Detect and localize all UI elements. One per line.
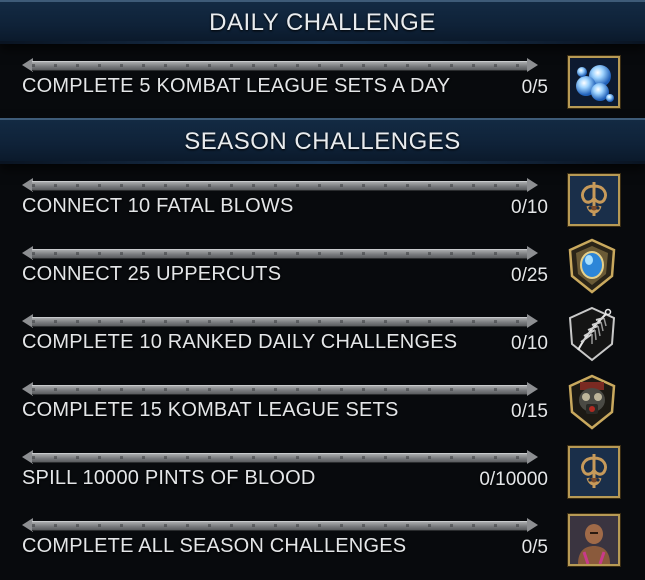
challenge-progress-text: 0/10000 (479, 469, 548, 490)
challenge-label: COMPLETE 15 KOMBAT LEAGUE SETS (22, 399, 399, 421)
challenge-label: SPILL 10000 PINTS OF BLOOD (22, 467, 316, 489)
season-challenge-row[interactable]: CONNECT 25 UPPERCUTS 0/25 (0, 238, 645, 308)
challenge-label: COMPLETE 5 KOMBAT LEAGUE SETS A DAY (22, 75, 451, 97)
challenge-progress-text: 0/5 (521, 537, 548, 558)
koin-orbs-icon[interactable] (568, 56, 620, 108)
emblem-icon[interactable] (568, 446, 620, 498)
season-challenge-row[interactable]: CONNECT 10 FATAL BLOWS 0/10 (0, 172, 645, 240)
challenge-progress-text: 0/15 (511, 401, 548, 422)
daily-challenge-title: DAILY CHALLENGE (209, 9, 436, 36)
season-challenge-row[interactable]: COMPLETE 15 KOMBAT LEAGUE SETS 0/15 (0, 374, 645, 444)
fighter-portrait-icon[interactable] (568, 514, 620, 566)
challenge-progress-bar (22, 518, 538, 532)
daily-challenge-row[interactable]: COMPLETE 5 KOMBAT LEAGUE SETS A DAY 0/5 (0, 52, 645, 120)
challenge-label: CONNECT 25 UPPERCUTS (22, 263, 282, 285)
season-challenges-title: SEASON CHALLENGES (184, 128, 461, 155)
season-challenge-row[interactable]: COMPLETE 10 RANKED DAILY CHALLENGES 0/10 (0, 306, 645, 376)
challenge-progress-bar (22, 246, 538, 260)
challenge-progress-text: 0/10 (511, 197, 548, 218)
challenge-progress-bar (22, 178, 538, 192)
daily-challenge-header: DAILY CHALLENGE (0, 0, 645, 44)
challenge-label: COMPLETE 10 RANKED DAILY CHALLENGES (22, 331, 458, 353)
challenge-progress-bar (22, 314, 538, 328)
season-challenges-header: SEASON CHALLENGES (0, 118, 645, 164)
challenge-progress-bar (22, 382, 538, 396)
season-challenge-row[interactable]: COMPLETE ALL SEASON CHALLENGES 0/5 (0, 512, 645, 580)
challenge-progress-text: 0/10 (511, 333, 548, 354)
gas-mask-icon[interactable] (566, 374, 618, 430)
challenge-progress-bar (22, 58, 538, 72)
challenge-label: CONNECT 10 FATAL BLOWS (22, 195, 294, 217)
emblem-icon[interactable] (568, 174, 620, 226)
challenge-progress-bar (22, 450, 538, 464)
challenge-progress-text: 0/25 (511, 265, 548, 286)
challenge-progress-text: 0/5 (521, 77, 548, 98)
season-challenge-row[interactable]: SPILL 10000 PINTS OF BLOOD 0/10000 (0, 444, 645, 512)
blue-gem-shield-icon[interactable] (566, 238, 618, 294)
feather-charm-icon[interactable] (566, 306, 618, 362)
challenge-label: COMPLETE ALL SEASON CHALLENGES (22, 535, 407, 557)
